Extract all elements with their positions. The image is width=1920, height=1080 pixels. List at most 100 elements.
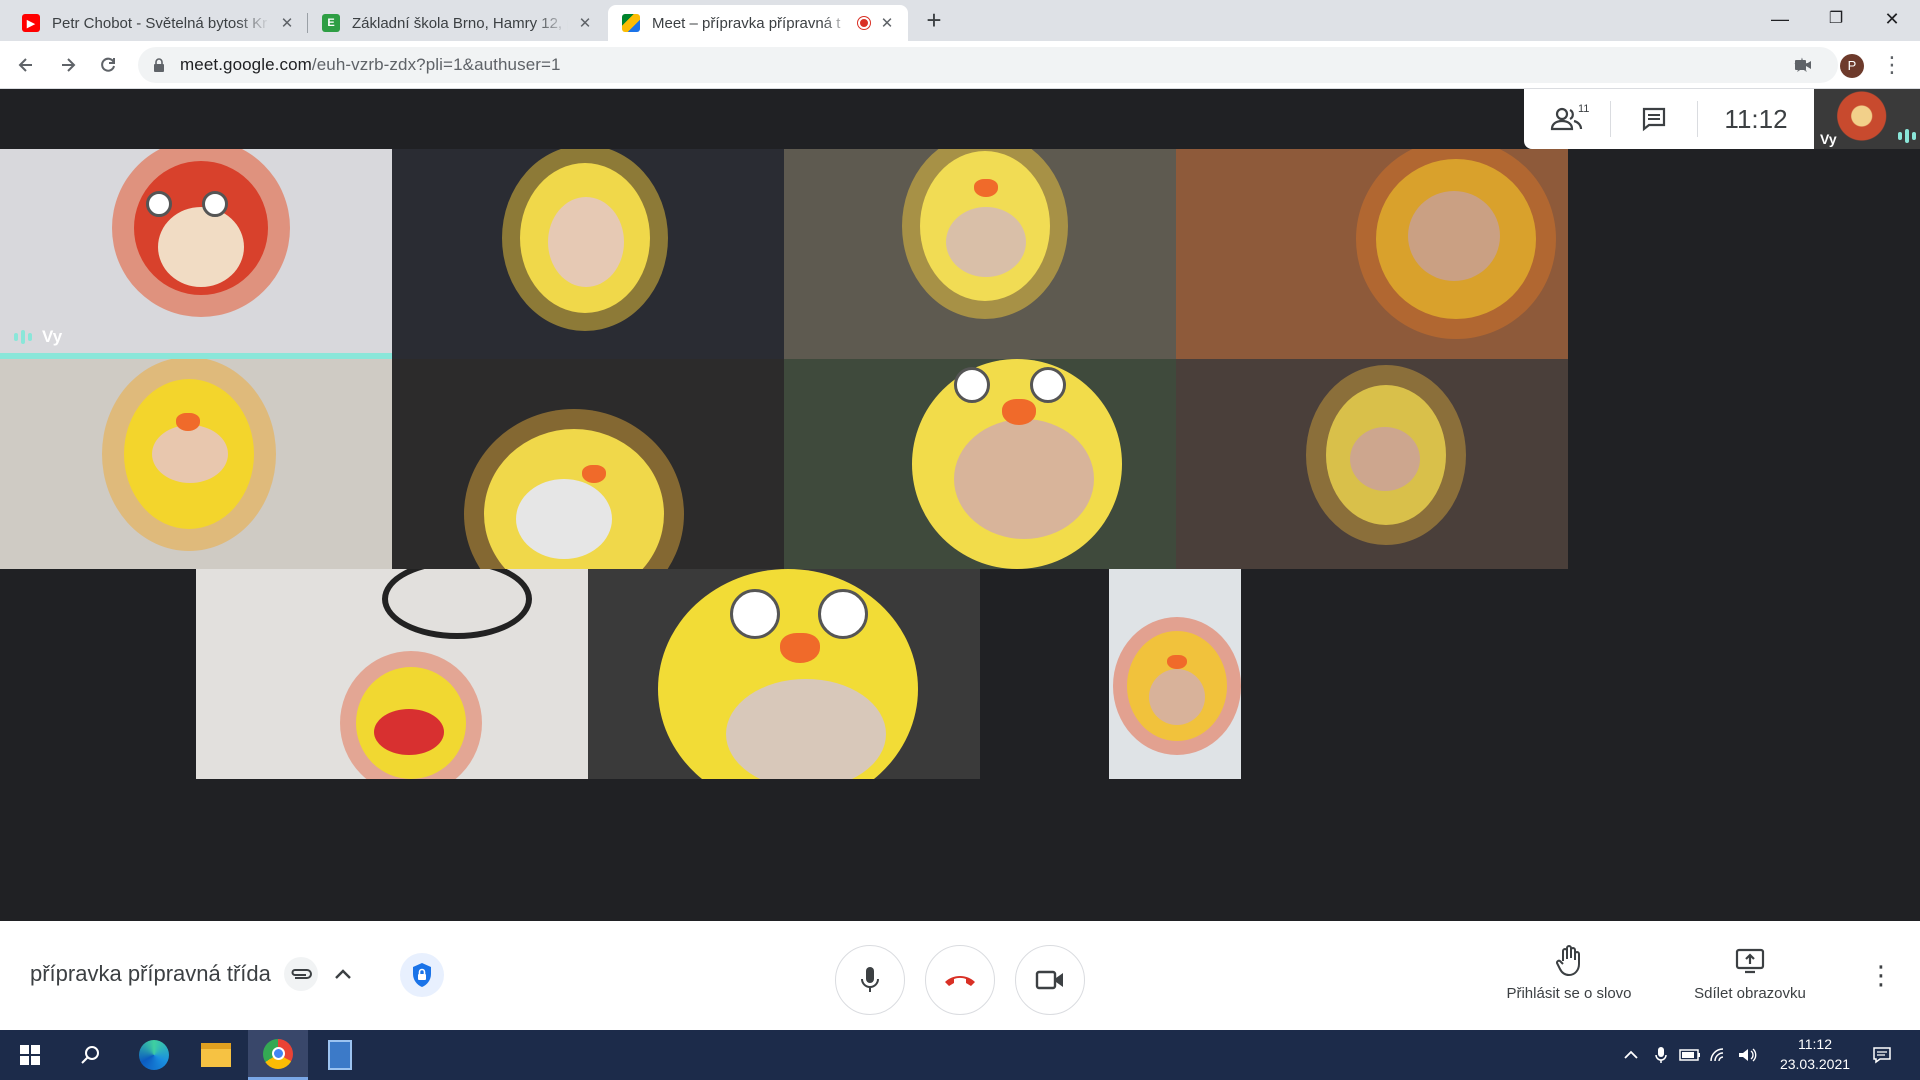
notifications-icon[interactable] <box>1862 1030 1902 1080</box>
browser-tab-school[interactable]: E Základní škola Brno, Hamry 12, p ✕ <box>308 5 606 41</box>
recording-indicator-icon <box>858 17 870 29</box>
eye-decoration <box>202 191 228 217</box>
raise-hand-label: Přihlásit se o slovo <box>1506 985 1632 1002</box>
face-image <box>548 197 624 287</box>
video-camera-icon <box>1035 970 1063 990</box>
speaking-indicator-icon <box>14 330 32 344</box>
video-tile-participant[interactable] <box>1176 149 1568 359</box>
video-tile-participant[interactable] <box>1109 569 1241 779</box>
meeting-details-toggle[interactable] <box>326 957 360 991</box>
meet-control-bar: přípravka přípravná třída Přihlásit se o… <box>0 921 1920 1030</box>
windows-taskbar: 11:12 23.03.2021 <box>0 1030 1920 1080</box>
camera-button[interactable] <box>1015 945 1085 1015</box>
nose-decoration <box>1167 655 1187 669</box>
audio-level-icon <box>1898 129 1916 143</box>
windows-logo-icon <box>20 1045 40 1065</box>
lock-icon <box>154 58 164 72</box>
start-button[interactable] <box>0 1030 60 1080</box>
eye-decoration <box>954 367 990 403</box>
taskbar-file-explorer[interactable] <box>186 1030 246 1080</box>
taskbar-edge[interactable] <box>124 1030 184 1080</box>
face-image <box>1350 427 1420 491</box>
video-tile-participant[interactable] <box>392 149 784 359</box>
video-tile-participant[interactable] <box>784 149 1176 359</box>
back-arrow-icon <box>18 58 32 72</box>
browser-tabstrip: ▶ Petr Chobot - Světelná bytost Kr ✕ E Z… <box>0 0 1920 41</box>
system-date: 23.03.2021 <box>1779 1056 1851 1072</box>
browser-menu-icon[interactable]: ⋮ <box>1876 49 1908 81</box>
face-image <box>158 207 244 287</box>
system-clock[interactable]: 11:12 23.03.2021 <box>1760 1034 1870 1074</box>
restore-window-button[interactable]: ❐ <box>1808 0 1864 41</box>
folder-icon <box>201 1043 231 1067</box>
profile-avatar[interactable]: P <box>1840 54 1864 78</box>
taskbar-chrome[interactable] <box>248 1030 308 1080</box>
calculator-icon <box>328 1040 352 1070</box>
meeting-clock: 11:12 <box>1724 103 1788 134</box>
tab-title: Meet – přípravka přípravná t <box>652 14 841 32</box>
minimize-window-button[interactable]: — <box>1752 0 1808 41</box>
reload-icon <box>101 57 115 72</box>
browser-tab-youtube[interactable]: ▶ Petr Chobot - Světelná bytost Kr ✕ <box>8 5 308 41</box>
reload-button[interactable] <box>92 49 124 81</box>
hangup-icon <box>945 976 975 986</box>
attachment-icon <box>291 969 312 979</box>
face-image <box>1149 669 1205 725</box>
url-path: /euh-vzrb-zdx?pli=1&authuser=1 <box>311 55 561 74</box>
system-time: 11:12 <box>1798 1036 1832 1052</box>
close-tab-icon[interactable]: ✕ <box>878 14 896 32</box>
browser-tab-meet[interactable]: Meet – přípravka přípravná t ✕ <box>608 5 908 41</box>
host-controls-button[interactable] <box>400 953 444 997</box>
eye-decoration <box>146 191 172 217</box>
self-view-thumbnail[interactable]: Vy <box>1814 89 1920 149</box>
edookit-icon: E <box>322 14 340 32</box>
taskbar-calculator[interactable] <box>310 1030 370 1080</box>
video-tile-participant[interactable] <box>784 359 1176 569</box>
raise-hand-button[interactable]: Přihlásit se o slovo <box>1494 945 1644 1002</box>
nose-decoration <box>780 633 820 663</box>
face-image <box>946 207 1026 277</box>
video-tile-participant[interactable] <box>0 359 392 569</box>
meet-icon <box>622 14 640 32</box>
video-tile-participant[interactable] <box>392 359 784 569</box>
microphone-button[interactable] <box>835 945 905 1015</box>
close-tab-icon[interactable]: ✕ <box>278 14 296 32</box>
shield-lock-icon <box>413 963 431 987</box>
microphone-tray-icon[interactable] <box>1648 1030 1674 1080</box>
volume-icon[interactable] <box>1734 1030 1760 1080</box>
attachment-button[interactable] <box>284 957 318 991</box>
present-screen-button[interactable]: Sdílet obrazovku <box>1680 945 1820 1002</box>
face-image <box>1408 191 1500 281</box>
bookmark-star-icon[interactable]: ☆ <box>1786 49 1818 81</box>
close-tab-icon[interactable]: ✕ <box>576 14 594 32</box>
new-tab-button[interactable]: + <box>918 7 950 35</box>
participants-button[interactable]: 11 <box>1524 89 1610 149</box>
wifi-icon[interactable] <box>1706 1030 1732 1080</box>
chat-button[interactable] <box>1611 89 1697 149</box>
video-tile-participant[interactable] <box>1176 359 1568 569</box>
microphone-icon <box>861 967 879 992</box>
search-icon <box>81 1046 99 1064</box>
video-tile-self[interactable]: Vy <box>0 149 392 359</box>
chrome-icon <box>263 1038 293 1069</box>
present-screen-icon <box>1735 945 1765 977</box>
chat-icon <box>1642 107 1666 132</box>
leave-call-button[interactable] <box>925 945 995 1015</box>
eye-decoration <box>818 589 868 639</box>
eye-decoration <box>1030 367 1066 403</box>
raise-hand-icon <box>1555 945 1583 977</box>
tab-title: Základní škola Brno, Hamry 12, p <box>352 14 568 32</box>
back-button[interactable] <box>10 49 42 81</box>
search-button[interactable] <box>60 1030 120 1080</box>
close-window-button[interactable]: ✕ <box>1864 0 1920 41</box>
forward-button[interactable] <box>52 49 84 81</box>
address-bar[interactable]: meet.google.com/euh-vzrb-zdx?pli=1&authu… <box>138 47 1838 83</box>
meeting-info-panel: 11 11:12 <box>1524 89 1814 149</box>
tile-name-label: Vy <box>14 327 62 347</box>
battery-icon[interactable] <box>1676 1030 1704 1080</box>
meet-stage: 11 11:12 Vy Vy <box>0 89 1920 921</box>
video-tile-participant[interactable] <box>588 569 980 779</box>
video-tile-participant[interactable] <box>196 569 588 779</box>
more-options-icon[interactable]: ⋮ <box>1866 957 1896 993</box>
show-hidden-icons-button[interactable] <box>1616 1030 1646 1080</box>
